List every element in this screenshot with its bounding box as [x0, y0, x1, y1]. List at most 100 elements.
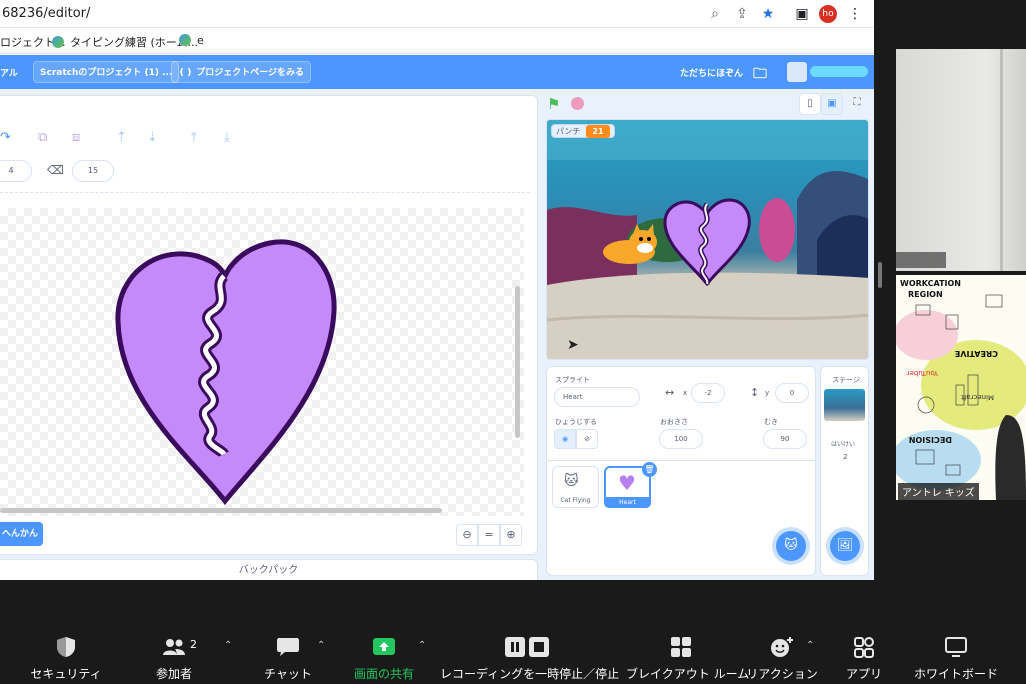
sprite-tile-heart[interactable]: ♥ Heart 🗑 [604, 462, 657, 508]
recording-controls-button[interactable]: レコーディングを一時停止／停止 [440, 610, 619, 684]
bookmark-item[interactable]: e [179, 34, 204, 47]
browser-window: 68236/editor/ ⌕ ⇪ ★ ▣ ho ⋮ ロジェクト... タイピン… [0, 0, 874, 580]
paint-canvas[interactable] [0, 208, 524, 516]
variable-monitor[interactable]: パンチ 21 [551, 124, 615, 138]
panel-splitter[interactable] [878, 262, 882, 288]
poster-text: Minecraft [961, 393, 994, 401]
chat-button[interactable]: チャット [250, 610, 326, 684]
user-avatar[interactable] [787, 62, 807, 82]
side-panel-icon[interactable]: ▣ [793, 5, 811, 23]
reactions-chevron-icon[interactable]: ⌃ [806, 640, 814, 651]
username-redacted[interactable] [810, 66, 868, 77]
see-project-page-button[interactable]: ❪❫ プロジェクトページをみる [171, 61, 312, 83]
paint-editor: ↷ ⧉ ⧈ ⇡ ⇣ ⤒ ⤓ 4 ⌫ 15 へんかん ⊖ = ⊕ [0, 95, 538, 555]
chat-icon [277, 638, 299, 656]
outline-width-input[interactable]: 4 [0, 160, 32, 182]
save-now-button[interactable]: ただちにほぞん [680, 66, 743, 79]
video-tile-participant-2[interactable]: WORKCATION REGION CREATIVE YouTuber Mine… [896, 275, 1026, 500]
poster-text: DECISION [909, 435, 952, 444]
sprite-name-input[interactable]: Heart [554, 387, 640, 407]
share-screen-button[interactable]: 画面の共有 [346, 610, 422, 684]
zoom-in-button[interactable]: ⊕ [500, 524, 522, 546]
y-arrows-icon: ↕ [750, 386, 760, 399]
mouse-cursor-icon: ➤ [567, 337, 579, 353]
sprite-tile-cat-flying[interactable]: 🐱 Cat Flying [552, 466, 599, 508]
delete-sprite-icon[interactable]: 🗑 [642, 462, 657, 477]
participants-chevron-icon[interactable]: ⌃ [224, 640, 232, 651]
apps-icon [854, 637, 874, 658]
stage-pane-title: ステージ [832, 376, 860, 384]
poster-background: WORKCATION REGION CREATIVE YouTuber Mine… [896, 275, 1026, 500]
tutorials-menu[interactable]: アル [0, 66, 18, 79]
forward-icon[interactable]: ⇡ [116, 130, 127, 145]
scratch-menu-bar: アル Scratchのプロジェクト (1) ... ❪❫ プロジェクトページをみ… [0, 55, 874, 89]
cat-sprite[interactable] [599, 224, 659, 268]
choose-backdrop-button[interactable]: 🖼 [830, 531, 860, 561]
heart-thumbnail-icon: ♥ [618, 471, 636, 495]
back-icon[interactable]: ⤓ [224, 130, 230, 145]
hide-sprite-button[interactable]: ⊘ [576, 429, 598, 449]
zoom-meeting-toolbar: セキュリティ 2 参加者 ⌃ チャット ⌃ 画面の共有 ⌃ レコーディングを一時… [0, 610, 1026, 684]
video-name-redacted [896, 252, 946, 268]
url-text[interactable]: 68236/editor/ [2, 6, 90, 21]
brush-size-input[interactable]: 15 [72, 160, 114, 182]
door-frame [1000, 49, 1003, 271]
green-flag-icon[interactable]: ⚑ [547, 95, 560, 113]
sprite-tile-name: Heart [604, 497, 651, 508]
stop-icon[interactable] [571, 97, 584, 110]
scratch-editor: ↷ ⧉ ⧈ ⇡ ⇣ ⤒ ⤓ 4 ⌫ 15 へんかん ⊖ = ⊕ バックパック ⚑… [0, 89, 874, 580]
chat-chevron-icon[interactable]: ⌃ [317, 640, 325, 651]
convert-to-bitmap-button[interactable]: へんかん [0, 522, 43, 546]
fullscreen-icon[interactable]: ⛶ [846, 93, 868, 115]
front-icon[interactable]: ⤒ [191, 130, 197, 145]
participants-count: 2 [190, 638, 197, 651]
poster-text: YouTuber [907, 369, 939, 377]
more-menu-icon[interactable]: ⋮ [846, 5, 864, 23]
zoom-out-button[interactable]: ⊖ [456, 524, 478, 546]
show-visible-button[interactable]: ◉ [554, 429, 576, 449]
cat-add-icon: 🐱 [784, 538, 798, 553]
direction-input[interactable]: 90 [763, 429, 807, 449]
stage-target-pane[interactable]: ステージ はいけい 2 🖼 [820, 366, 869, 576]
choose-sprite-button[interactable]: 🐱 [776, 531, 806, 561]
bookmark-star-icon[interactable]: ★ [759, 5, 777, 23]
apps-button[interactable]: アプリ [826, 610, 902, 684]
stage-canvas[interactable]: パンチ 21 ➤ [546, 119, 869, 360]
backward-icon[interactable]: ⇣ [147, 130, 158, 145]
costume-drawing[interactable] [0, 208, 524, 516]
apps-label: アプリ [845, 667, 882, 681]
participants-button[interactable]: 2 参加者 [136, 610, 212, 684]
address-bar[interactable]: 68236/editor/ ⌕ ⇪ ★ ▣ ho ⋮ [0, 0, 874, 28]
vertical-scrollbar[interactable] [515, 286, 520, 438]
security-button[interactable]: セキュリティ [28, 610, 104, 684]
group-icon[interactable]: ⧉ [38, 130, 47, 145]
size-input[interactable]: 100 [659, 429, 703, 449]
breakout-rooms-button[interactable]: ブレイクアウト ルーム [626, 610, 749, 684]
large-stage-button[interactable]: ▣ [821, 93, 843, 115]
share-icon[interactable]: ⇪ [733, 5, 751, 23]
small-stage-button[interactable]: ▯ [799, 93, 821, 115]
profile-avatar[interactable]: ho [819, 5, 837, 23]
show-label: ひょうじする [555, 418, 597, 426]
project-title-input[interactable]: Scratchのプロジェクト (1) ... [33, 61, 180, 83]
zoom-reset-button[interactable]: = [478, 524, 500, 546]
whiteboard-button[interactable]: ホワイトボード [912, 610, 1000, 684]
bookmark-item[interactable]: タイピング練習 (ホーム... [52, 34, 198, 50]
share-screen-icon [373, 638, 395, 655]
whiteboard-icon [945, 637, 967, 657]
y-position-input[interactable]: 0 [775, 383, 809, 403]
my-stuff-folder-icon[interactable]: 🗀 [753, 63, 767, 87]
backdrop-add-icon: 🖼 [836, 538, 854, 553]
heart-sprite-on-stage[interactable] [661, 198, 753, 286]
poster-text: REGION [908, 290, 943, 299]
size-label: おおきさ [660, 418, 688, 426]
video-tile-participant-1[interactable] [896, 49, 1026, 271]
x-position-input[interactable]: -2 [691, 383, 725, 403]
zoom-lens-icon[interactable]: ⌕ [706, 5, 724, 23]
share-chevron-icon[interactable]: ⌃ [418, 640, 426, 651]
sprite-label: スプライト [555, 376, 590, 384]
ungroup-icon[interactable]: ⧈ [72, 130, 80, 145]
redo-icon[interactable]: ↷ [0, 130, 11, 145]
horizontal-scrollbar[interactable] [0, 508, 442, 513]
backpack-panel[interactable]: バックパック [0, 559, 538, 580]
